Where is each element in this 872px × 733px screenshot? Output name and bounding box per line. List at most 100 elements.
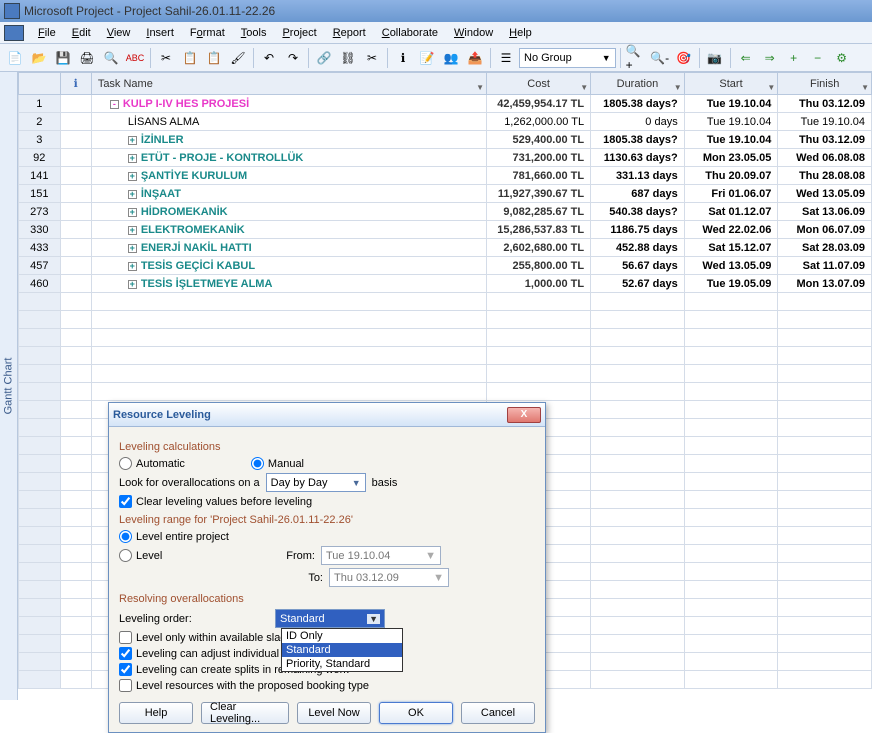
table-row[interactable]: 141 +ŞANTİYE KURULUM 781,660.00 TL 331.1…	[19, 167, 872, 185]
cost-cell[interactable]: 15,286,537.83 TL	[487, 221, 591, 239]
cost-cell[interactable]: 781,660.00 TL	[487, 167, 591, 185]
table-row[interactable]	[19, 347, 872, 365]
start-cell[interactable]: Mon 23.05.05	[684, 149, 778, 167]
copy-icon[interactable]: 📋	[179, 47, 201, 69]
finish-cell[interactable]: Mon 13.07.09	[778, 275, 872, 293]
expand-icon[interactable]: +	[128, 208, 137, 217]
radio-automatic[interactable]: Automatic	[119, 457, 185, 470]
assign-icon[interactable]: 👥	[440, 47, 462, 69]
table-row[interactable]: 92 +ETÜT - PROJE - KONTROLLÜK 731,200.00…	[19, 149, 872, 167]
table-row[interactable]: 273 +HİDROMEKANİK 9,082,285.67 TL 540.38…	[19, 203, 872, 221]
info-icon[interactable]: ℹ	[392, 47, 414, 69]
redo-icon[interactable]: ↷	[282, 47, 304, 69]
radio-level-entire[interactable]: Level entire project	[119, 530, 229, 543]
table-row[interactable]: 3 +İZİNLER 529,400.00 TL 1805.38 days? T…	[19, 131, 872, 149]
start-cell[interactable]: Sat 15.12.07	[684, 239, 778, 257]
menu-edit[interactable]: Edit	[64, 25, 99, 41]
col-duration[interactable]: Duration▼	[591, 73, 685, 95]
zoom-out-icon[interactable]: 🔍-	[649, 47, 671, 69]
row-info[interactable]	[60, 95, 91, 113]
start-cell[interactable]: Wed 22.02.06	[684, 221, 778, 239]
finish-cell[interactable]: Sat 28.03.09	[778, 239, 872, 257]
task-cell[interactable]: +ŞANTİYE KURULUM	[91, 167, 486, 185]
row-number[interactable]: 151	[19, 185, 61, 203]
menu-collaborate[interactable]: Collaborate	[374, 25, 446, 41]
leveling-order-combo[interactable]: Standard▼	[275, 609, 385, 628]
start-cell[interactable]: Tue 19.05.09	[684, 275, 778, 293]
cost-cell[interactable]: 2,602,680.00 TL	[487, 239, 591, 257]
task-cell[interactable]: +ENERJİ NAKİL HATTI	[91, 239, 486, 257]
col-info[interactable]: ℹ	[60, 73, 91, 95]
finish-cell[interactable]: Sat 13.06.09	[778, 203, 872, 221]
col-start[interactable]: Start▼	[684, 73, 778, 95]
start-cell[interactable]: Sat 01.12.07	[684, 203, 778, 221]
duration-cell[interactable]: 1805.38 days?	[591, 95, 685, 113]
expand-icon[interactable]: +	[128, 280, 137, 289]
finish-cell[interactable]: Thu 03.12.09	[778, 131, 872, 149]
clear-leveling-button[interactable]: Clear Leveling...	[201, 702, 289, 724]
table-row[interactable]: 330 +ELEKTROMEKANİK 15,286,537.83 TL 118…	[19, 221, 872, 239]
duration-cell[interactable]: 540.38 days?	[591, 203, 685, 221]
row-number[interactable]: 1	[19, 95, 61, 113]
row-info[interactable]	[60, 221, 91, 239]
row-info[interactable]	[60, 257, 91, 275]
menu-project[interactable]: Project	[274, 25, 324, 41]
task-cell[interactable]: LİSANS ALMA	[91, 113, 486, 131]
row-number[interactable]: 330	[19, 221, 61, 239]
task-cell[interactable]: +TESİS İŞLETMEYE ALMA	[91, 275, 486, 293]
duration-cell[interactable]: 1805.38 days?	[591, 131, 685, 149]
task-cell[interactable]: +İZİNLER	[91, 131, 486, 149]
open-icon[interactable]: 📂	[28, 47, 50, 69]
dd-option-idonly[interactable]: ID Only	[282, 629, 402, 643]
finish-cell[interactable]: Wed 13.05.09	[778, 185, 872, 203]
cost-cell[interactable]: 11,927,390.67 TL	[487, 185, 591, 203]
check-slack[interactable]: Level only within available slack	[119, 631, 291, 644]
help-button[interactable]: Help	[119, 702, 193, 724]
save-icon[interactable]: 💾	[52, 47, 74, 69]
finish-cell[interactable]: Wed 06.08.08	[778, 149, 872, 167]
col-cost[interactable]: Cost▼	[487, 73, 591, 95]
duration-cell[interactable]: 56.67 days	[591, 257, 685, 275]
start-cell[interactable]: Tue 19.10.04	[684, 113, 778, 131]
row-info[interactable]	[60, 203, 91, 221]
spellcheck-icon[interactable]: ABC	[124, 47, 146, 69]
table-row[interactable]: 1 -KULP I-IV HES PROJESİ 42,459,954.17 T…	[19, 95, 872, 113]
split-icon[interactable]: ✂	[361, 47, 383, 69]
nav-fwd-icon[interactable]: ⇒	[759, 47, 781, 69]
cost-cell[interactable]: 731,200.00 TL	[487, 149, 591, 167]
finish-cell[interactable]: Tue 19.10.04	[778, 113, 872, 131]
row-info[interactable]	[60, 131, 91, 149]
menu-report[interactable]: Report	[325, 25, 374, 41]
expand-icon[interactable]: +	[128, 154, 137, 163]
duration-cell[interactable]: 331.13 days	[591, 167, 685, 185]
window-icon[interactable]	[4, 25, 24, 41]
cut-icon[interactable]: ✂	[155, 47, 177, 69]
menu-window[interactable]: Window	[446, 25, 501, 41]
cancel-button[interactable]: Cancel	[461, 702, 535, 724]
task-cell[interactable]: +ETÜT - PROJE - KONTROLLÜK	[91, 149, 486, 167]
cost-cell[interactable]: 529,400.00 TL	[487, 131, 591, 149]
start-cell[interactable]: Wed 13.05.09	[684, 257, 778, 275]
menu-insert[interactable]: Insert	[138, 25, 182, 41]
dialog-titlebar[interactable]: Resource Leveling X	[109, 403, 545, 427]
menu-view[interactable]: View	[99, 25, 139, 41]
task-cell[interactable]: +HİDROMEKANİK	[91, 203, 486, 221]
check-clear-values[interactable]: Clear leveling values before leveling	[119, 495, 312, 508]
goto-icon[interactable]: 🎯	[673, 47, 695, 69]
expand-icon[interactable]: +	[128, 244, 137, 253]
cost-cell[interactable]: 42,459,954.17 TL	[487, 95, 591, 113]
preview-icon[interactable]: 🔍	[100, 47, 122, 69]
menu-file[interactable]: File	[30, 25, 64, 41]
row-number[interactable]: 460	[19, 275, 61, 293]
table-row[interactable]	[19, 311, 872, 329]
table-row[interactable]: 433 +ENERJİ NAKİL HATTI 2,602,680.00 TL …	[19, 239, 872, 257]
row-number[interactable]: 2	[19, 113, 61, 131]
task-cell[interactable]: -KULP I-IV HES PROJESİ	[91, 95, 486, 113]
overallocation-period-combo[interactable]: Day by Day▼	[266, 473, 366, 492]
menu-format[interactable]: Format	[182, 25, 233, 41]
level-now-button[interactable]: Level Now	[297, 702, 371, 724]
group-selector[interactable]: No Group ▼	[519, 48, 616, 68]
duration-cell[interactable]: 1130.63 days?	[591, 149, 685, 167]
task-cell[interactable]: +ELEKTROMEKANİK	[91, 221, 486, 239]
duration-cell[interactable]: 452.88 days	[591, 239, 685, 257]
